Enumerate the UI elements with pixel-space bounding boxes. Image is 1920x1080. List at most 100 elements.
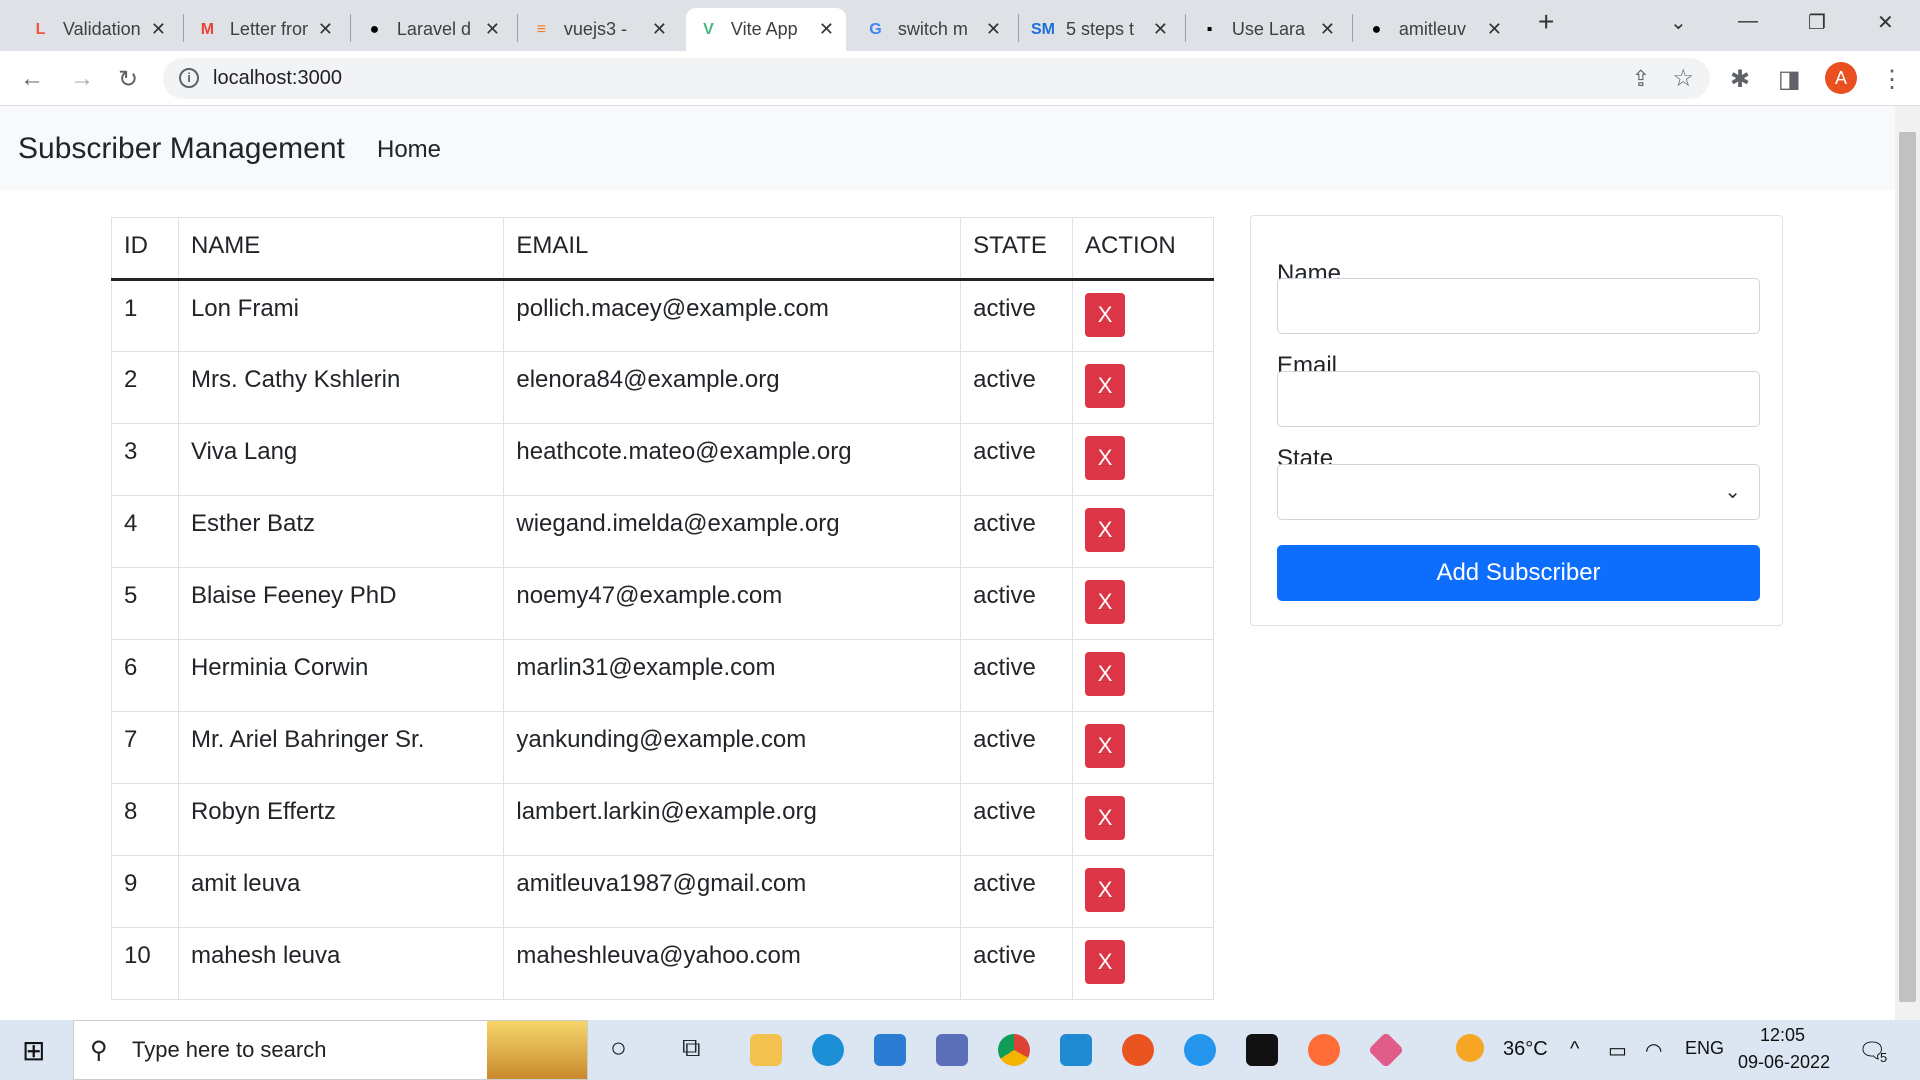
browser-tab[interactable]: V Vite App ✕ — [686, 8, 846, 51]
close-tab-icon[interactable]: ✕ — [485, 19, 500, 40]
close-tab-icon[interactable]: ✕ — [318, 19, 333, 40]
browser-tab[interactable]: ● amitleuv ✕ — [1354, 8, 1514, 51]
vscode-icon[interactable] — [1060, 1034, 1092, 1066]
file-explorer-icon[interactable] — [750, 1034, 782, 1066]
app-icon[interactable] — [936, 1034, 968, 1066]
cell-email: marlin31@example.com — [503, 639, 962, 712]
close-tab-icon[interactable]: ✕ — [1487, 19, 1502, 40]
browser-tab-bar: ⌄ — ❐ ✕ + L Validation ✕ M Letter from ✕ ● Lara… — [0, 0, 1920, 51]
forward-icon[interactable]: → — [70, 65, 94, 93]
weather-temp[interactable]: 36°C — [1503, 1038, 1548, 1061]
close-tab-icon[interactable]: ✕ — [819, 19, 834, 40]
close-tab-icon[interactable]: ✕ — [151, 19, 166, 40]
table-row: 2 Mrs. Cathy Kshlerin elenora84@example.or… — [111, 351, 1214, 424]
browser-tab[interactable]: SM 5 steps t ✕ — [1020, 8, 1180, 51]
column-header-state: STATE — [960, 217, 1074, 281]
profile-avatar[interactable]: A — [1825, 62, 1857, 94]
cell-name: Lon Frami — [177, 279, 505, 352]
extensions-icon[interactable]: ✱ — [1730, 65, 1750, 94]
browser-tab[interactable]: ▪ Use Lara ✕ — [1187, 8, 1347, 51]
vue-icon: V — [703, 20, 714, 38]
postman-icon[interactable] — [1308, 1034, 1340, 1066]
browser-tab[interactable]: L Validation ✕ — [18, 8, 178, 51]
cell-email: maheshleuva@yahoo.com — [503, 927, 962, 1000]
browser-tab[interactable]: M Letter from ✕ — [185, 8, 345, 51]
tab-search-icon[interactable]: ⌄ — [1670, 10, 1687, 35]
cell-state: active — [960, 711, 1074, 784]
tab-title: Vite App — [730, 19, 798, 39]
delete-subscriber-button[interactable]: X — [1085, 364, 1126, 408]
cell-name: Herminia Corwin — [177, 639, 505, 712]
side-panel-icon[interactable]: ◨ — [1778, 65, 1801, 94]
cell-state: active — [960, 495, 1074, 568]
cell-action: X — [1072, 495, 1214, 568]
close-tab-icon[interactable]: ✕ — [1153, 19, 1168, 40]
docker-icon[interactable] — [1184, 1034, 1216, 1066]
share-icon[interactable]: ⇪ — [1632, 66, 1650, 92]
language-indicator[interactable]: ENG — [1685, 1038, 1724, 1059]
task-view-icon[interactable]: ⧉ — [682, 1032, 701, 1064]
github-icon: ● — [1371, 20, 1382, 38]
new-tab-button[interactable]: + — [1538, 6, 1554, 38]
scrollbar-thumb[interactable] — [1899, 132, 1916, 1002]
windows-start-icon[interactable]: ⊞ — [22, 1034, 45, 1067]
ubuntu-icon[interactable] — [1122, 1034, 1154, 1066]
tab-title: Use Lara — [1231, 19, 1305, 39]
delete-subscriber-button[interactable]: X — [1085, 652, 1126, 696]
delete-subscriber-button[interactable]: X — [1085, 868, 1126, 912]
delete-subscriber-button[interactable]: X — [1085, 508, 1126, 552]
delete-subscriber-button[interactable]: X — [1085, 796, 1126, 840]
close-window-button[interactable]: ✕ — [1877, 10, 1894, 35]
restore-button[interactable]: ❐ — [1808, 10, 1826, 35]
network-device-icon[interactable]: ▭ — [1608, 1038, 1627, 1063]
app-diamond-icon[interactable] — [1367, 1031, 1405, 1069]
wifi-icon[interactable]: ◠ — [1645, 1038, 1662, 1063]
back-icon[interactable]: ← — [20, 65, 44, 93]
column-header-email: EMAIL — [503, 217, 962, 281]
taskbar-search-input[interactable]: ⚲ Type here to search — [73, 1020, 588, 1080]
terminal-icon[interactable] — [1246, 1034, 1278, 1066]
weather-icon[interactable] — [1456, 1034, 1484, 1062]
site-info-icon[interactable]: i — [179, 68, 199, 88]
close-tab-icon[interactable]: ✕ — [986, 19, 1001, 40]
reload-icon[interactable]: ↻ — [118, 65, 138, 94]
cell-email: lambert.larkin@example.org — [503, 783, 962, 856]
app-brand[interactable]: Subscriber Management — [18, 132, 345, 166]
email-input[interactable] — [1277, 371, 1760, 427]
tray-chevron-icon[interactable]: ^ — [1570, 1038, 1579, 1061]
nav-home-link[interactable]: Home — [377, 136, 441, 164]
chevron-down-icon: ⌄ — [1724, 481, 1741, 503]
menu-icon[interactable]: ⋮ — [1880, 65, 1904, 94]
cell-email: heathcote.mateo@example.org — [503, 423, 962, 496]
cell-email: yankunding@example.com — [503, 711, 962, 784]
state-select[interactable]: ⌄ — [1277, 464, 1760, 520]
cell-action: X — [1072, 783, 1214, 856]
delete-subscriber-button[interactable]: X — [1085, 724, 1126, 768]
subscribers-table: ID NAME EMAIL STATE ACTION 1 Lon Frami pol… — [111, 217, 1214, 1000]
delete-subscriber-button[interactable]: X — [1085, 580, 1126, 624]
minimize-button[interactable]: — — [1738, 10, 1758, 33]
close-tab-icon[interactable]: ✕ — [1320, 19, 1335, 40]
browser-tab[interactable]: ● Laravel d ✕ — [352, 8, 512, 51]
google-icon: G — [869, 20, 882, 38]
bookmark-star-icon[interactable]: ☆ — [1672, 64, 1694, 93]
tab-separator — [350, 14, 351, 42]
name-input[interactable] — [1277, 278, 1760, 334]
add-subscriber-button[interactable]: Add Subscriber — [1277, 545, 1760, 601]
delete-subscriber-button[interactable]: X — [1085, 940, 1126, 984]
cortana-icon[interactable]: ○ — [610, 1032, 627, 1064]
clock-time[interactable]: 12:05 — [1760, 1025, 1805, 1046]
clock-date[interactable]: 09-06-2022 — [1738, 1052, 1830, 1073]
chrome-icon[interactable] — [998, 1034, 1030, 1066]
close-tab-icon[interactable]: ✕ — [652, 19, 667, 40]
table-row: 8 Robyn Effertz lambert.larkin@example.org… — [111, 783, 1214, 856]
add-subscriber-form: Name Email State ⌄ Add Subscriber — [1250, 215, 1783, 626]
edge-icon[interactable] — [812, 1034, 844, 1066]
page-scrollbar[interactable] — [1895, 106, 1920, 1020]
delete-subscriber-button[interactable]: X — [1085, 436, 1126, 480]
url-input[interactable]: i localhost:3000 ⇪ ☆ — [163, 58, 1710, 99]
browser-tab[interactable]: Gswitch m ✕ — [853, 8, 1013, 51]
delete-subscriber-button[interactable]: X — [1085, 293, 1126, 337]
browser-tab[interactable]: ≡ vuejs3 - ✕ — [519, 8, 679, 51]
mail-icon[interactable] — [874, 1034, 906, 1066]
